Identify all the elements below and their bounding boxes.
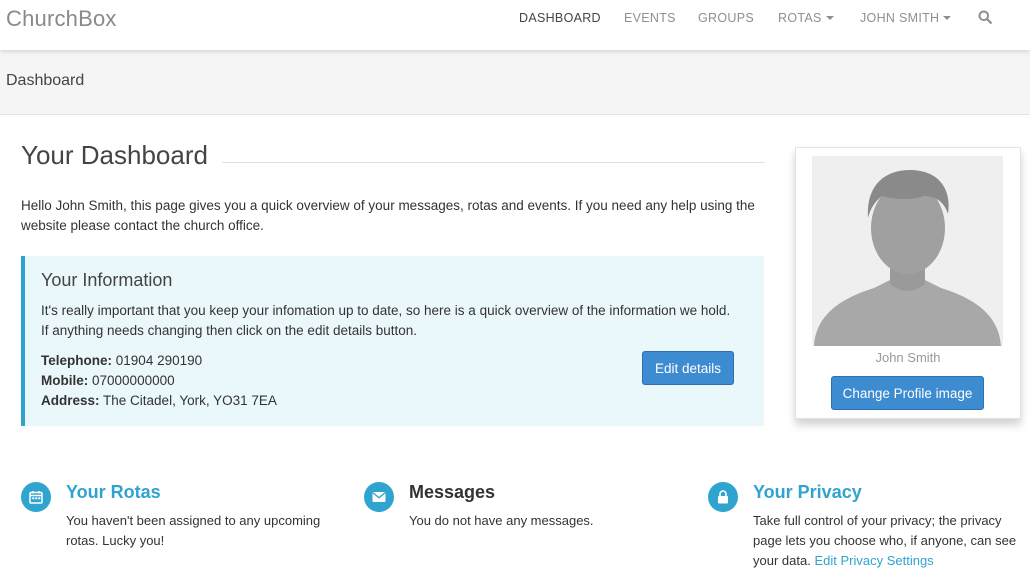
mobile-row: Mobile: 07000000000: [41, 371, 277, 391]
address-value: The Citadel, York, YO31 7EA: [103, 393, 277, 408]
avatar: [812, 156, 1003, 346]
intro-text: Hello John Smith, this page gives you a …: [21, 198, 755, 233]
calendar-icon: [21, 482, 51, 512]
page-title: Your Dashboard: [21, 140, 222, 171]
telephone-value: 01904 290190: [115, 353, 203, 368]
profile-card: John Smith Change Profile image: [795, 147, 1021, 419]
chevron-down-icon: [825, 15, 834, 20]
user-silhouette-icon: [812, 156, 1003, 346]
messages-text: You do not have any messages.: [409, 513, 594, 528]
mobile-value: 07000000000: [92, 373, 175, 388]
info-title: Your Information: [41, 270, 173, 290]
privacy-text: Take full control of your privacy; the p…: [753, 511, 1025, 571]
dashboard-main: Your Dashboard Hello John Smith, this pa…: [21, 140, 765, 426]
edit-privacy-settings-link[interactable]: Edit Privacy Settings: [814, 553, 933, 568]
chevron-down-icon: [943, 15, 952, 20]
address-row: Address: The Citadel, York, YO31 7EA: [41, 391, 277, 411]
your-information-panel: Your Information It's really important t…: [21, 256, 764, 426]
lock-icon: [708, 482, 738, 512]
profile-name: John Smith: [875, 350, 941, 365]
nav-events[interactable]: EVENTS: [624, 11, 676, 25]
nav-rotas[interactable]: ROTAS: [778, 11, 834, 25]
breadcrumb-title: Dashboard: [6, 72, 85, 89]
info-description: It's really important that you keep your…: [41, 303, 731, 338]
envelope-icon: [364, 482, 394, 512]
change-profile-image-button[interactable]: Change Profile image: [831, 376, 984, 410]
rotas-title[interactable]: Your Rotas: [66, 482, 161, 503]
top-navbar: ChurchBox DASHBOARD EVENTS GROUPS ROTAS …: [0, 0, 1030, 50]
nav-user-menu[interactable]: JOHN SMITH: [860, 11, 952, 25]
page-header-band: Dashboard: [0, 50, 1030, 115]
rotas-text: You haven't been assigned to any upcomin…: [66, 513, 321, 548]
nav-user-label: JOHN SMITH: [860, 11, 940, 25]
search-icon: [978, 10, 992, 24]
telephone-label: Telephone:: [41, 353, 113, 368]
nav-dashboard[interactable]: DASHBOARD: [519, 11, 601, 25]
nav-rotas-label: ROTAS: [778, 11, 822, 25]
messages-title: Messages: [409, 482, 496, 502]
nav-groups[interactable]: GROUPS: [698, 11, 754, 25]
page-title-row: Your Dashboard: [21, 140, 765, 186]
privacy-title[interactable]: Your Privacy: [753, 482, 862, 503]
brand-logo[interactable]: ChurchBox: [6, 6, 117, 32]
info-fields: Telephone: 01904 290190 Mobile: 07000000…: [41, 351, 277, 411]
address-label: Address:: [41, 393, 100, 408]
edit-details-button[interactable]: Edit details: [642, 351, 734, 385]
search-button[interactable]: [978, 10, 992, 27]
mobile-label: Mobile:: [41, 373, 89, 388]
telephone-row: Telephone: 01904 290190: [41, 351, 277, 371]
